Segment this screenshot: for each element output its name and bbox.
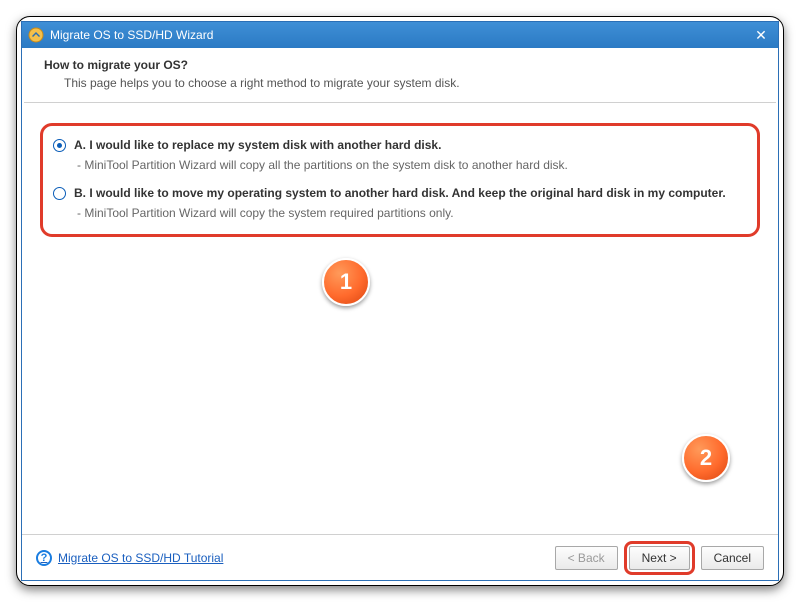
next-button-highlight: Next > [624, 541, 695, 575]
option-b-label: B. I would like to move my operating sys… [74, 186, 726, 200]
tutorial-link-label: Migrate OS to SSD/HD Tutorial [58, 551, 223, 565]
header-subtext: This page helps you to choose a right me… [44, 76, 756, 90]
wizard-header: How to migrate your OS? This page helps … [22, 48, 778, 102]
cancel-button-label: Cancel [714, 551, 751, 565]
help-icon: ? [36, 550, 52, 566]
close-button[interactable]: ✕ [752, 26, 770, 44]
window-title: Migrate OS to SSD/HD Wizard [50, 28, 213, 42]
app-icon [28, 27, 44, 43]
option-a-label: A. I would like to replace my system dis… [74, 138, 441, 152]
annotation-callout-1: 1 [322, 258, 370, 306]
option-b-desc: - MiniTool Partition Wizard will copy th… [77, 206, 747, 220]
wizard-footer: ? Migrate OS to SSD/HD Tutorial < Back N… [22, 534, 778, 580]
annotation-callout-2: 2 [682, 434, 730, 482]
cancel-button[interactable]: Cancel [701, 546, 764, 570]
radio-b-icon[interactable] [53, 187, 66, 200]
option-a[interactable]: A. I would like to replace my system dis… [53, 138, 747, 152]
radio-a-icon[interactable] [53, 139, 66, 152]
options-highlight-box: A. I would like to replace my system dis… [40, 123, 760, 237]
header-question: How to migrate your OS? [44, 58, 756, 72]
back-button-label: < Back [568, 551, 605, 565]
next-button[interactable]: Next > [629, 546, 690, 570]
next-button-label: Next > [642, 551, 677, 565]
tutorial-link[interactable]: ? Migrate OS to SSD/HD Tutorial [36, 550, 223, 566]
wizard-window: Migrate OS to SSD/HD Wizard ✕ How to mig… [21, 21, 779, 581]
option-a-desc: - MiniTool Partition Wizard will copy al… [77, 158, 747, 172]
titlebar: Migrate OS to SSD/HD Wizard ✕ [22, 22, 778, 48]
back-button[interactable]: < Back [555, 546, 618, 570]
option-b[interactable]: B. I would like to move my operating sys… [53, 186, 747, 200]
wizard-content: A. I would like to replace my system dis… [22, 103, 778, 534]
window-frame: Migrate OS to SSD/HD Wizard ✕ How to mig… [16, 16, 784, 586]
